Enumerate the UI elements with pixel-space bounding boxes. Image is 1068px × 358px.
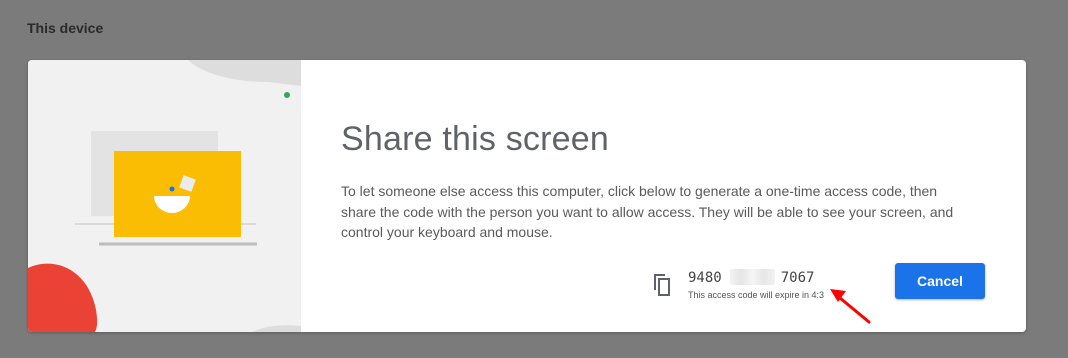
expire-notice: This access code will expire in 4:3 <box>688 290 825 300</box>
green-dot <box>284 92 290 98</box>
access-code-start: 9480 <box>688 270 722 286</box>
dialog-description: To let someone else access this computer… <box>341 183 954 240</box>
dialog-content: Share this screen To let someone else ac… <box>341 60 1026 332</box>
section-label: This device <box>27 20 104 36</box>
share-illustration <box>28 60 301 332</box>
laptop-screen-shape <box>114 151 241 237</box>
access-code-end: 7067 <box>780 270 815 286</box>
copy-icon[interactable] <box>651 273 673 297</box>
share-screen-dialog: Share this screen To let someone else ac… <box>28 60 1026 332</box>
access-code: 9480 7067 <box>688 269 814 286</box>
dialog-title: Share this screen <box>341 120 609 158</box>
top-blob-shape <box>188 60 301 86</box>
access-code-area: 9480 7067 This access code will expire in… <box>648 266 868 306</box>
blue-dot <box>169 186 175 192</box>
access-code-redacted <box>729 269 775 285</box>
bottom-blob-shape <box>253 325 301 332</box>
red-blob-shape <box>28 263 98 332</box>
cancel-button[interactable]: Cancel <box>895 263 985 299</box>
